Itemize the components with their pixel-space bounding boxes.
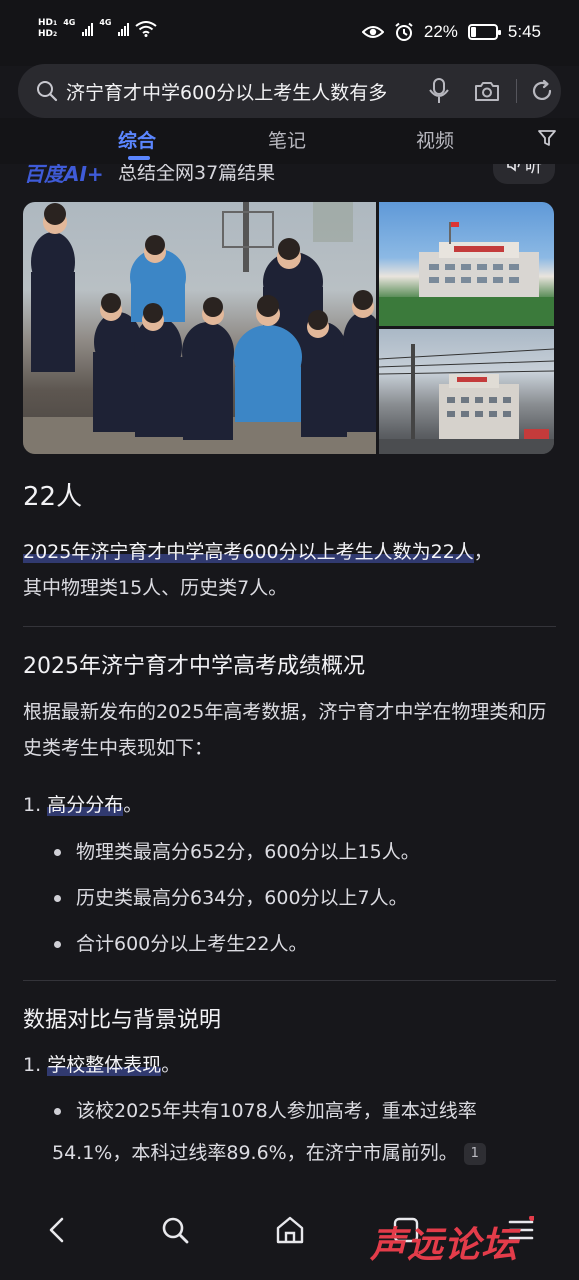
school-building-photo[interactable] <box>379 202 554 326</box>
search-bar[interactable]: 济宁育才中学600分以上考生人数有多少 <box>18 64 561 118</box>
search-divider <box>516 79 517 103</box>
alarm-icon <box>395 22 413 41</box>
camera-icon[interactable] <box>474 80 500 102</box>
signal-icon-2 <box>118 22 130 36</box>
bullet-item: 历史类最高分634分，600分以上7人。 <box>76 887 408 909</box>
ai-summary-text: 总结全网37篇结果 <box>118 164 276 184</box>
refresh-icon[interactable] <box>530 79 554 103</box>
bullet-dot <box>54 849 61 856</box>
home-icon[interactable] <box>275 1216 305 1244</box>
section1-body: 根据最新发布的2025年高考数据，济宁育才中学在物理类和历史类考生中表现如下： <box>23 701 547 759</box>
signal-icon <box>82 22 94 36</box>
listen-label: 听 <box>525 164 542 177</box>
answer-detail: 其中物理类15人、历史类7人。 <box>23 577 288 599</box>
students-photo[interactable] <box>23 202 376 454</box>
bullet-item: 物理类最高分652分，600分以上15人。 <box>76 841 420 863</box>
list-title-suffix: 。 <box>161 1054 181 1076</box>
filter-icon[interactable] <box>537 128 557 148</box>
search-input[interactable]: 济宁育才中学600分以上考生人数有多少 <box>66 78 386 105</box>
battery-percent: 22% <box>423 22 458 41</box>
answer-highlight: 2025年济宁育才中学高考600分以上考生人数为22人 <box>23 541 474 563</box>
ai-summary-header: 百度AI+ 总结全网37篇结果 听 <box>0 164 579 186</box>
section2-list-item: 1. 学校整体表现。 <box>23 1050 180 1077</box>
clock: 5:45 <box>507 22 541 41</box>
list-title: 高分分布 <box>47 794 124 816</box>
bullet-item-continued: 54.1%，本科过线率89.6%，在济宁市属前列。 1 <box>52 1138 486 1165</box>
school-gate-photo[interactable] <box>379 329 554 454</box>
answer-comma: ， <box>473 541 493 563</box>
list-title: 学校整体表现 <box>47 1054 162 1076</box>
answer-intro: 2025年济宁育才中学高考600分以上考生人数为22人， 其中物理类15人、历史… <box>23 534 557 606</box>
citation-badge[interactable]: 1 <box>463 1142 486 1165</box>
hd-indicator: HD1 HD2 <box>38 18 58 39</box>
listen-button[interactable]: 听 <box>493 164 555 184</box>
bullet-dot <box>54 1108 61 1115</box>
network-type-1: 4G <box>63 18 76 27</box>
students-illustration <box>23 202 376 454</box>
search-icon <box>37 81 58 102</box>
status-left: HD1 HD2 4G 4G <box>38 18 158 40</box>
section1-title: 2025年济宁育才中学高考成绩概况 <box>23 654 365 679</box>
tab-comprehensive[interactable]: 综合 <box>118 126 156 153</box>
battery-icon <box>467 24 501 40</box>
bullet-text: 54.1%，本科过线率89.6%，在济宁市属前列。 <box>52 1142 458 1164</box>
status-bar: HD1 HD2 4G 4G 22% 5:45 <box>0 0 579 66</box>
back-icon[interactable] <box>46 1216 68 1244</box>
baidu-ai-logo: 百度AI+ <box>24 164 104 186</box>
section-divider <box>23 626 556 627</box>
bullet-item: 合计600分以上考生22人。 <box>76 933 308 955</box>
bullet-item: 该校2025年共有1078人参加高考，重本过线率 <box>76 1100 477 1122</box>
forum-watermark: 声远论坛 <box>370 1225 519 1266</box>
status-right: 22% 5:45 <box>361 22 541 42</box>
section1-list-item: 1. 高分分布。 <box>23 790 142 817</box>
section-divider <box>23 980 556 981</box>
eye-icon <box>361 26 384 38</box>
tab-notes[interactable]: 笔记 <box>268 126 306 153</box>
building-illustration <box>379 222 554 326</box>
wifi-icon <box>135 21 158 37</box>
bullet-dot <box>54 895 61 902</box>
result-tabs: 综合 笔记 视频 <box>0 118 579 164</box>
active-tab-indicator <box>128 156 150 160</box>
network-type-2: 4G <box>99 18 112 27</box>
list-number: 1. <box>23 794 42 816</box>
list-number: 1. <box>23 1054 42 1076</box>
bullet-dot <box>54 941 61 948</box>
microphone-icon[interactable] <box>428 78 450 104</box>
section2-title: 数据对比与背景说明 <box>23 1008 222 1033</box>
gate-illustration <box>379 344 554 454</box>
search-nav-icon[interactable] <box>161 1216 189 1244</box>
answer-headline: 22人 <box>23 482 83 512</box>
list-title-suffix: 。 <box>123 794 143 816</box>
speaker-icon <box>507 164 520 172</box>
tab-video[interactable]: 视频 <box>416 126 454 153</box>
